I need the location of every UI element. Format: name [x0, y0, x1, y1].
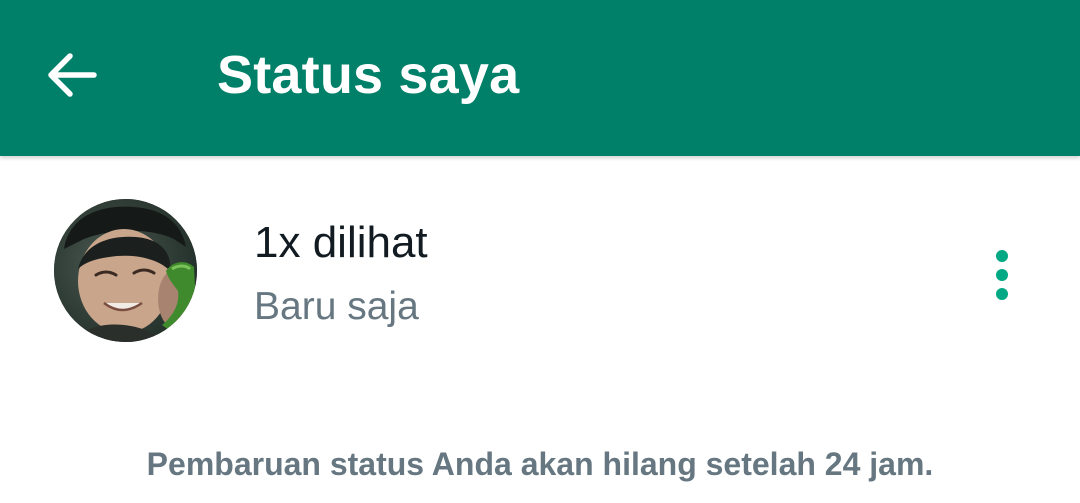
- arrow-left-icon: [48, 53, 97, 97]
- status-views-label: 1x dilihat: [254, 218, 428, 267]
- back-button[interactable]: [34, 40, 110, 110]
- more-vertical-icon: [996, 250, 1008, 300]
- status-time-label: Baru saja: [254, 285, 419, 328]
- more-options-button[interactable]: [972, 234, 1032, 314]
- status-expiry-note: Pembaruan status Anda akan hilang setela…: [146, 446, 934, 482]
- page-title: Status saya: [217, 45, 520, 105]
- app-bar: Status saya: [0, 0, 1080, 156]
- status-thumbnail: [54, 199, 197, 342]
- my-status-item[interactable]: 1x dilihat Baru saja: [0, 180, 1080, 360]
- avatar[interactable]: [54, 199, 197, 342]
